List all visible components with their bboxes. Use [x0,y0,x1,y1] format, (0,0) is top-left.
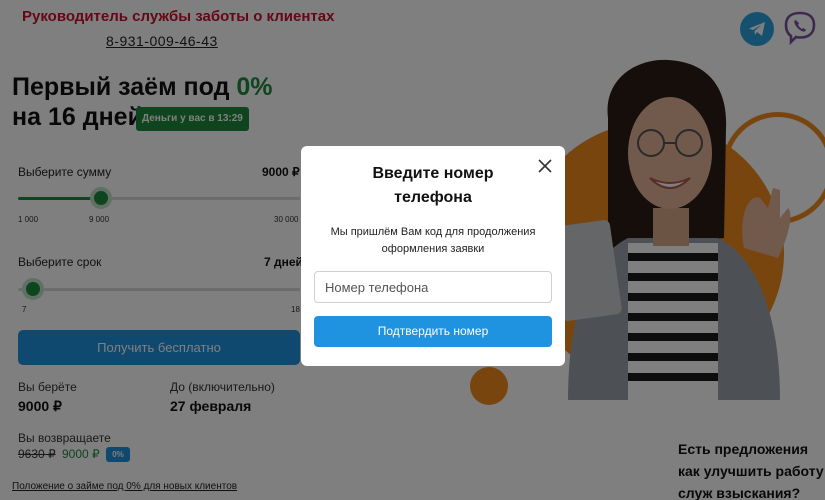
confirm-number-button[interactable]: Подтвердить номер [314,316,552,347]
phone-modal: Введите номер телефона Мы пришлём Вам ко… [301,146,565,366]
modal-description: Мы пришлём Вам код для продолжения оформ… [330,226,536,255]
page: Руководитель службы заботы о клиентах 8-… [0,0,825,500]
phone-input[interactable] [314,271,552,303]
modal-title: Введите номер телефона [372,165,494,206]
